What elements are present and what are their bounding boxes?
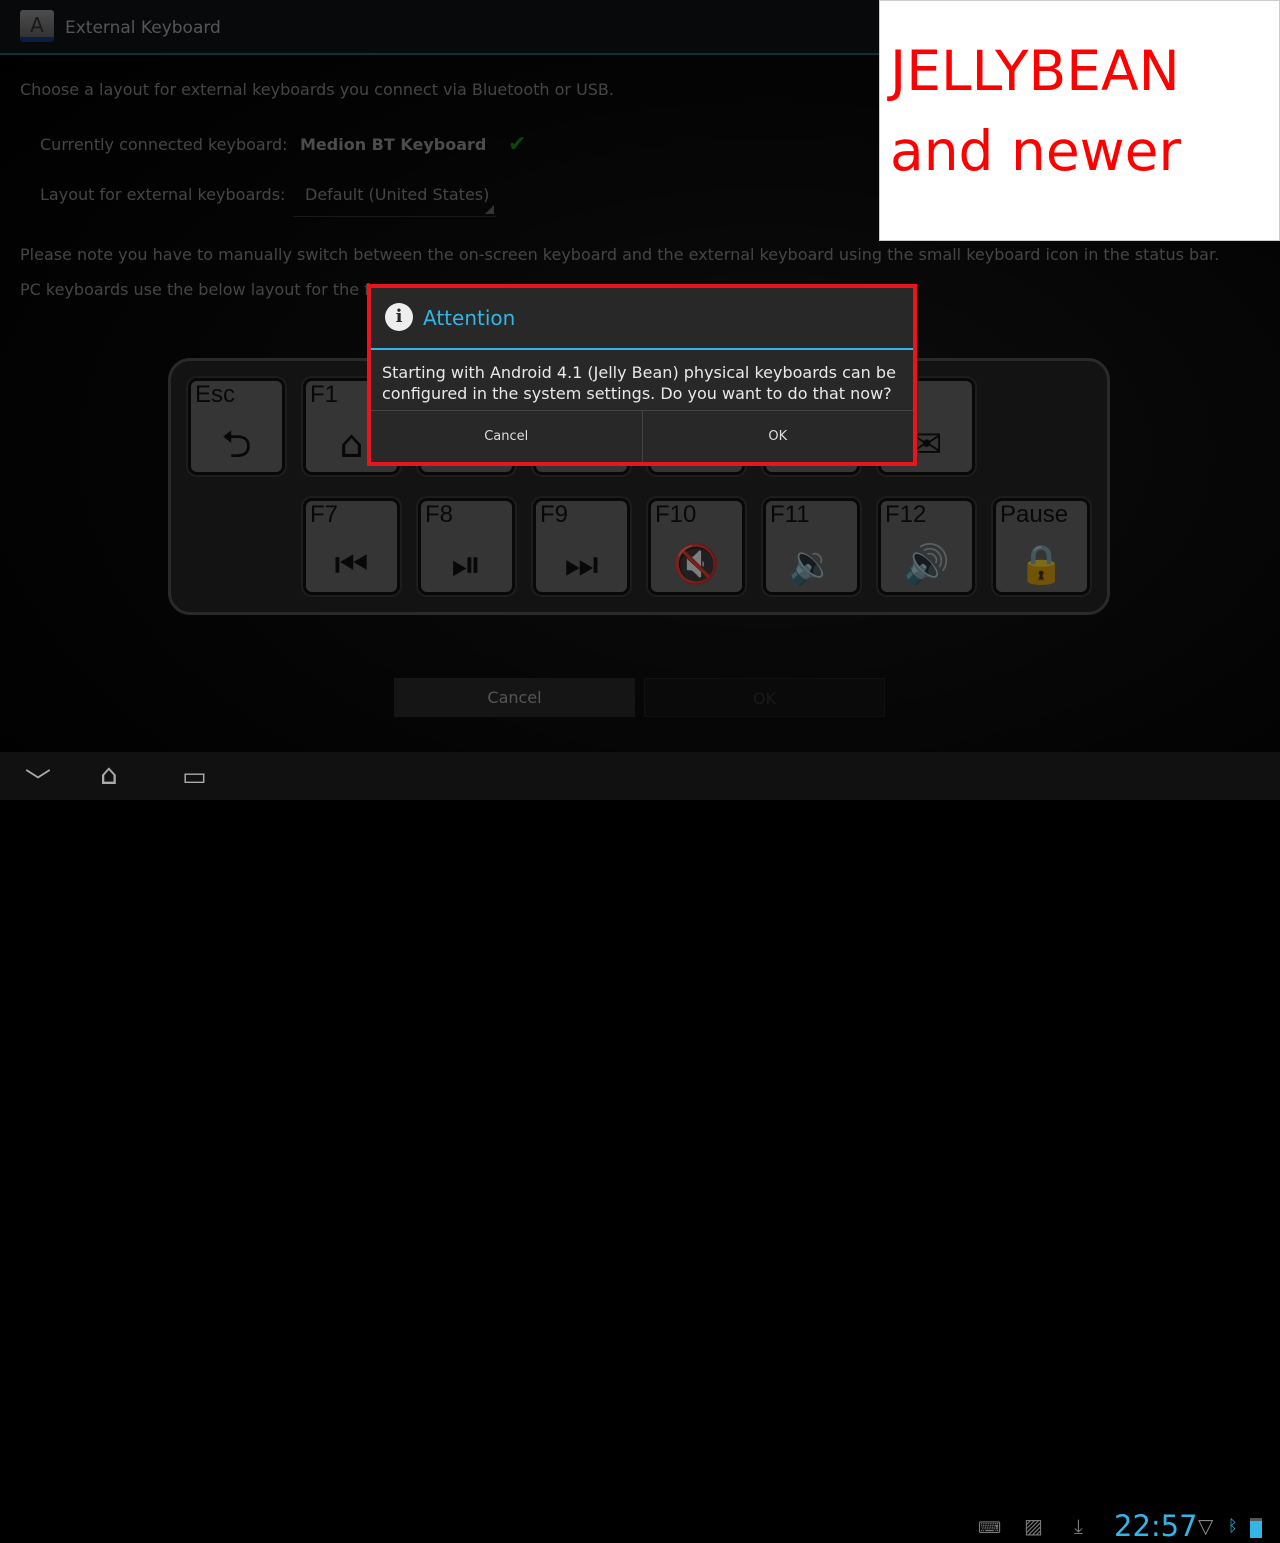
clock: 22:57	[1114, 1509, 1198, 1543]
dialog-header: i Attention	[371, 288, 913, 350]
battery-icon	[1250, 1518, 1262, 1538]
bluetooth-icon: ᛒ	[1228, 1516, 1238, 1535]
hide-keyboard-icon[interactable]: ﹀	[25, 762, 51, 799]
dialog-title: Attention	[423, 306, 516, 330]
banner-line-2: and newer	[890, 119, 1182, 183]
wifi-icon: ▽	[1198, 1514, 1214, 1538]
dialog-message: Starting with Android 4.1 (Jelly Bean) p…	[382, 363, 896, 403]
image-icon[interactable]: ▨	[1024, 1514, 1043, 1538]
jellybean-banner: JELLYBEAN and newer	[879, 0, 1280, 241]
dialog-cancel-button[interactable]: Cancel	[371, 411, 643, 462]
home-icon[interactable]: ⌂	[100, 758, 118, 791]
attention-dialog: i Attention Starting with Android 4.1 (J…	[367, 284, 917, 466]
dialog-ok-button[interactable]: OK	[643, 411, 914, 462]
download-icon[interactable]: ⤓	[1074, 1514, 1083, 1538]
banner-line-1: JELLYBEAN	[890, 39, 1180, 103]
system-navigation-bar: ﹀ ⌂ ▭ ⌨ ▨ ⤓ 22:57 ▽ ᛒ	[0, 752, 1280, 1543]
recent-apps-icon[interactable]: ▭	[182, 762, 207, 792]
keyboard-icon[interactable]: ⌨	[978, 1518, 1001, 1537]
info-icon: i	[385, 303, 413, 331]
